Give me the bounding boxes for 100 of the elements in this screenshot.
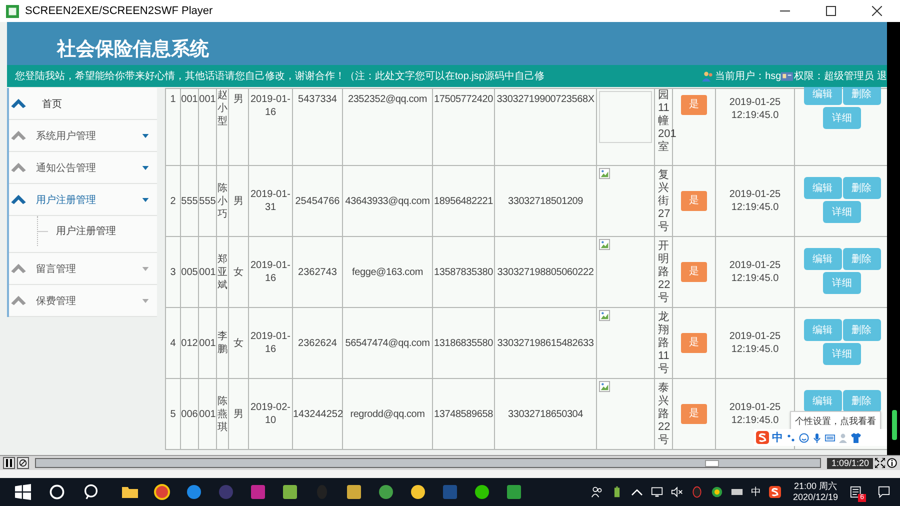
seek-thumb[interactable] xyxy=(704,460,719,467)
device-icon[interactable] xyxy=(730,486,743,498)
table-cell: 13748589658 xyxy=(432,378,494,450)
action-button[interactable]: 删除 xyxy=(842,87,880,105)
round-app-icon[interactable] xyxy=(378,484,394,500)
speaker-muted-icon[interactable] xyxy=(670,486,683,498)
table-cell: 2362624 xyxy=(292,308,342,378)
maximize-icon[interactable] xyxy=(826,6,836,16)
table-cell: 13186835580 xyxy=(432,308,494,378)
image-placeholder xyxy=(599,91,652,143)
table-cell: 2 xyxy=(166,166,180,236)
action-button[interactable]: 详细 xyxy=(823,107,861,129)
table-cell: 555 xyxy=(198,166,216,236)
info-icon[interactable] xyxy=(887,458,897,468)
windows-start-icon[interactable] xyxy=(15,484,31,500)
sidebar-label: 保费管理 xyxy=(36,294,77,308)
broken-image-icon xyxy=(599,381,610,392)
chevron-up-icon xyxy=(11,162,26,173)
microphone-icon[interactable] xyxy=(812,432,822,442)
table-cell: 555 xyxy=(180,166,198,236)
network-icon[interactable] xyxy=(650,486,663,498)
table-cell: 001 xyxy=(198,88,216,166)
table-cell: 泰兴路22号 xyxy=(654,378,672,450)
status-badge: 是 xyxy=(681,95,707,115)
search-icon[interactable] xyxy=(83,484,99,500)
action-button[interactable]: 详细 xyxy=(823,343,861,365)
table-cell: 2019-01-25 12:19:45.0 xyxy=(716,88,794,166)
sidebar-item[interactable]: 用户注册管理 xyxy=(9,184,157,216)
action-button[interactable]: 删除 xyxy=(842,390,880,412)
folder-icon[interactable] xyxy=(122,484,138,500)
action-button[interactable]: 详细 xyxy=(823,201,861,223)
table-cell: 2362743 xyxy=(292,236,342,308)
system-title: 社会保险信息系统 xyxy=(57,38,209,62)
keyboard-icon[interactable] xyxy=(825,432,835,442)
ring-app-icon[interactable] xyxy=(710,486,723,498)
app-logo-icon xyxy=(6,4,19,18)
sidebar-item[interactable]: 留言管理 xyxy=(9,253,157,285)
table-cell: 1 xyxy=(166,88,180,166)
punctuation-icon[interactable] xyxy=(786,432,796,442)
ime-logo-icon[interactable] xyxy=(768,486,781,498)
status-badge: 是 xyxy=(681,404,707,424)
ime-mode[interactable]: 中 xyxy=(772,430,783,445)
sidebar-label: 首页 xyxy=(41,98,63,110)
action-button[interactable]: 删除 xyxy=(842,248,880,270)
action-button[interactable]: 编辑 xyxy=(804,87,842,105)
chevron-up-icon xyxy=(11,194,26,205)
smiley-icon[interactable] xyxy=(799,432,809,442)
window-title: SCREEN2EXE/SCREEN2SWF Player xyxy=(25,5,213,17)
broken-image-icon xyxy=(599,310,610,321)
fullscreen-icon[interactable] xyxy=(875,458,885,468)
table-cell: 陈小巧 xyxy=(216,166,228,236)
sidebar-label: 通知公告管理 xyxy=(36,162,97,174)
action-button[interactable]: 详细 xyxy=(823,272,861,294)
table-cell: 2019-02-10 xyxy=(248,378,292,450)
people-icon[interactable] xyxy=(590,486,603,498)
table-cell: 2019-01-16 xyxy=(248,308,292,378)
table-cell: 赵小型 xyxy=(216,88,228,166)
table-cell: 005 xyxy=(180,236,198,308)
table-cell: 2019-01-25 12:19:45.0 xyxy=(716,236,794,308)
table-cell: 女 xyxy=(228,308,248,378)
shirt-icon[interactable] xyxy=(851,432,861,442)
action-button[interactable]: 编辑 xyxy=(804,177,842,199)
chat-bubble-icon[interactable] xyxy=(878,486,890,498)
table-cell: 2352352@qq.com xyxy=(342,88,432,166)
action-button[interactable]: 编辑 xyxy=(804,248,842,270)
status-badge: 是 xyxy=(681,333,707,353)
sidebar-label: 留言管理 xyxy=(36,262,77,276)
table-cell: 13587835380 xyxy=(432,236,494,308)
table-cell: 2019-01-16 xyxy=(248,88,292,166)
ime-indicator[interactable]: 中 xyxy=(750,485,761,499)
table-cell: 复兴街27号 xyxy=(654,166,672,236)
seek-track[interactable] xyxy=(35,458,822,468)
table-cell: 开明路22号 xyxy=(654,236,672,308)
table-cell: 2019-01-31 xyxy=(248,166,292,236)
pause-button[interactable] xyxy=(3,457,15,469)
sidebar-item[interactable]: 保费管理 xyxy=(9,285,157,317)
table-cell: fegge@163.com xyxy=(342,236,432,308)
action-button[interactable]: 编辑 xyxy=(804,390,842,412)
sidebar-item[interactable]: 系统用户管理 xyxy=(9,120,157,152)
table-cell: 001 xyxy=(198,378,216,450)
submenu-item[interactable]: 用户注册管理 xyxy=(56,224,116,238)
table-cell: 2019-01-25 12:19:45.0 xyxy=(716,166,794,236)
table-cell: 龙翔路11号 xyxy=(654,308,672,378)
action-button[interactable]: 删除 xyxy=(842,177,880,199)
table-cell: 18956482221 xyxy=(432,166,494,236)
circle-icon[interactable] xyxy=(49,484,65,500)
broken-image-icon xyxy=(599,239,610,250)
sidebar-item[interactable]: 首页 xyxy=(9,88,157,120)
table-cell: 男 xyxy=(228,88,248,166)
sidebar-label: 用户注册管理 xyxy=(36,194,97,206)
clock[interactable]: 21:00 周六 2020/12/19 xyxy=(792,481,838,503)
clock-time: 21:00 周六 xyxy=(794,481,837,492)
action-button[interactable]: 编辑 xyxy=(804,319,842,341)
scrollbar-thumb[interactable] xyxy=(892,410,897,440)
table-cell: 001 xyxy=(198,236,216,308)
action-center-icon[interactable] xyxy=(850,486,862,498)
action-button[interactable]: 删除 xyxy=(842,319,880,341)
stop-button[interactable] xyxy=(17,457,29,469)
sidebar-item[interactable]: 通知公告管理 xyxy=(9,152,157,184)
close-icon[interactable] xyxy=(872,6,882,16)
